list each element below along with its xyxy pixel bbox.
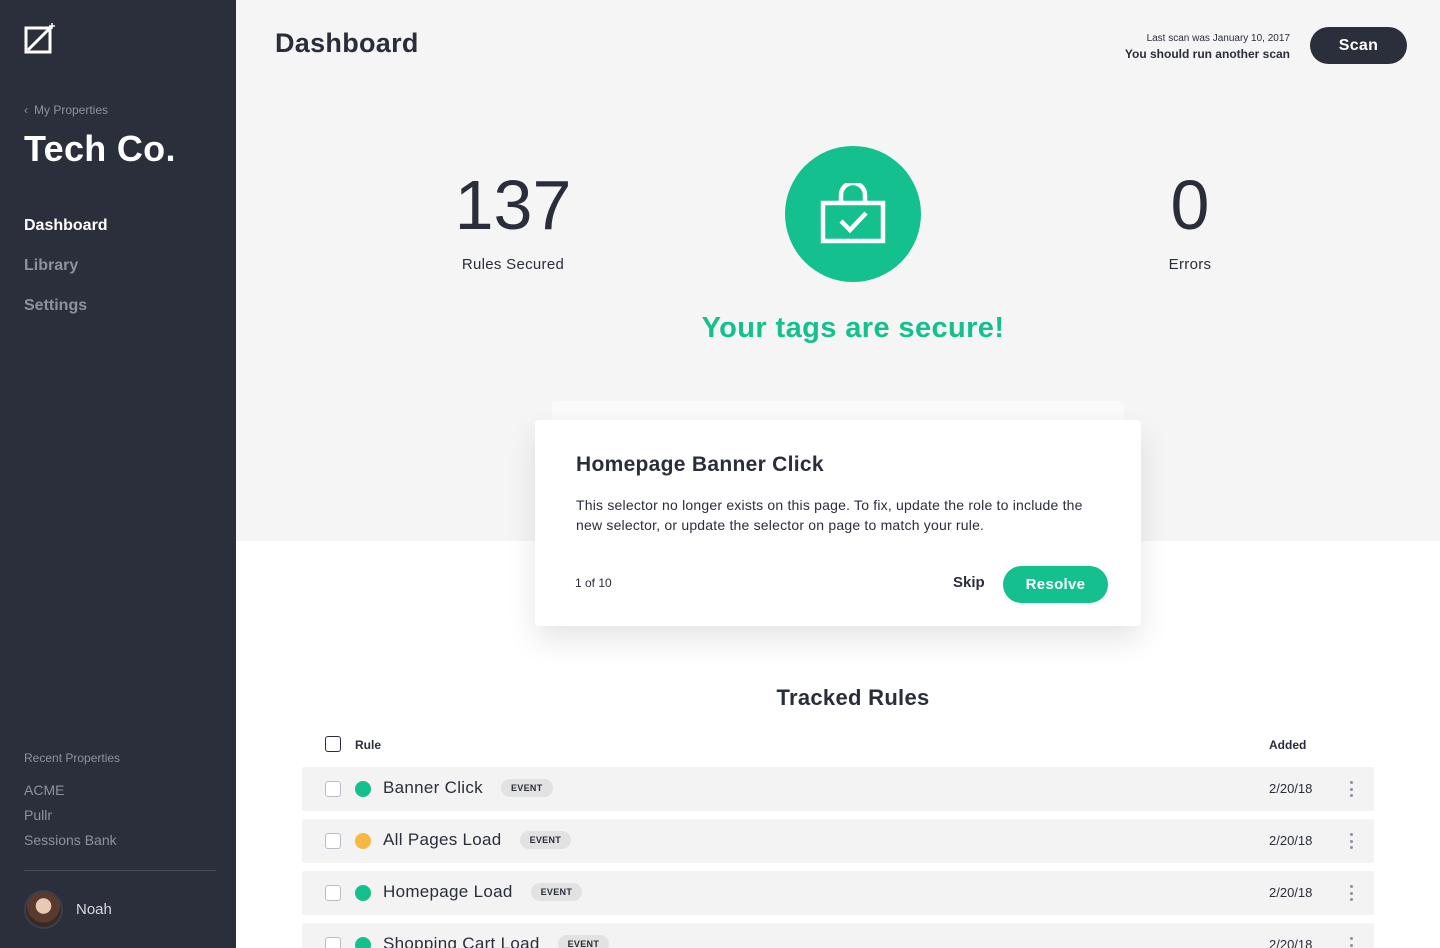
lock-check-icon — [820, 183, 886, 244]
rule-name: All Pages Load EVENT — [383, 830, 572, 850]
user-name: Noah — [76, 901, 112, 918]
user-profile[interactable]: Noah — [24, 890, 112, 929]
issue-card-title: Homepage Banner Click — [576, 453, 824, 476]
more-vertical-icon[interactable] — [1344, 831, 1358, 851]
rules-table: Banner Click EVENT 2/20/18 All Pages Load… — [302, 767, 1374, 948]
rule-name-text: Shopping Cart Load — [383, 934, 540, 948]
avatar — [24, 890, 63, 929]
row-checkbox[interactable] — [325, 885, 341, 901]
status-dot — [355, 885, 371, 901]
table-row[interactable]: Homepage Load EVENT 2/20/18 — [302, 871, 1374, 915]
more-vertical-icon[interactable] — [1344, 935, 1358, 948]
issue-card-counter: 1 of 10 — [575, 576, 612, 590]
scan-button[interactable]: Scan — [1310, 27, 1407, 64]
event-badge: EVENT — [519, 831, 572, 849]
my-properties-label: My Properties — [34, 103, 109, 117]
sidebar-nav: Dashboard Library Settings — [24, 214, 108, 334]
recent-properties-list: ACME Pullr Sessions Bank — [24, 779, 117, 854]
column-header-rule[interactable]: Rule — [355, 738, 381, 752]
table-row[interactable]: Shopping Cart Load EVENT 2/20/18 — [302, 923, 1374, 948]
my-properties-link[interactable]: ‹ My Properties — [24, 103, 108, 117]
row-checkbox[interactable] — [325, 833, 341, 849]
more-vertical-icon[interactable] — [1344, 883, 1358, 903]
nav-item-dashboard[interactable]: Dashboard — [24, 214, 108, 254]
table-header: Rule Added — [302, 735, 1374, 755]
rules-secured-stat: 137 Rules Secured — [448, 170, 578, 273]
rule-added-date: 2/20/18 — [1269, 937, 1313, 948]
event-badge: EVENT — [500, 779, 553, 797]
last-scan-text: Last scan was January 10, 2017 — [1146, 33, 1290, 44]
rule-name: Banner Click EVENT — [383, 778, 553, 798]
rule-name-text: Homepage Load — [383, 882, 513, 901]
row-checkbox[interactable] — [325, 937, 341, 948]
secure-status-badge — [785, 146, 921, 282]
table-row[interactable]: All Pages Load EVENT 2/20/18 — [302, 819, 1374, 863]
chevron-left-icon: ‹ — [24, 103, 28, 117]
status-dot — [355, 833, 371, 849]
rule-added-date: 2/20/18 — [1269, 833, 1313, 848]
errors-label: Errors — [1168, 256, 1212, 273]
table-row[interactable]: Banner Click EVENT 2/20/18 — [302, 767, 1374, 811]
nav-item-settings[interactable]: Settings — [24, 294, 108, 334]
row-checkbox[interactable] — [325, 781, 341, 797]
rule-added-date: 2/20/18 — [1269, 885, 1313, 900]
recent-property-acme[interactable]: ACME — [24, 779, 117, 804]
issue-card: Homepage Banner Click This selector no l… — [535, 420, 1141, 626]
rule-name-text: All Pages Load — [383, 830, 502, 849]
rules-secured-label: Rules Secured — [461, 256, 565, 273]
rule-name: Shopping Cart Load EVENT — [383, 934, 610, 948]
logo-icon[interactable] — [24, 22, 58, 56]
skip-button[interactable]: Skip — [953, 574, 985, 591]
scan-info: Last scan was January 10, 2017 You shoul… — [1125, 33, 1290, 61]
recent-property-sessions-bank[interactable]: Sessions Bank — [24, 829, 117, 854]
nav-item-library[interactable]: Library — [24, 254, 108, 294]
errors-stat: 0 Errors — [1140, 170, 1240, 273]
select-all-checkbox[interactable] — [325, 736, 341, 752]
recent-properties-label: Recent Properties — [24, 751, 121, 765]
status-dot — [355, 937, 371, 948]
rule-added-date: 2/20/18 — [1269, 781, 1313, 796]
rules-secured-value: 137 — [454, 166, 572, 244]
rule-name-text: Banner Click — [383, 778, 483, 797]
errors-value: 0 — [1170, 166, 1210, 244]
sidebar: ‹ My Properties Tech Co. Dashboard Libra… — [0, 0, 236, 948]
event-badge: EVENT — [530, 883, 583, 901]
issue-card-description: This selector no longer exists on this p… — [576, 497, 1083, 533]
scan-hint-text: You should run another scan — [1124, 47, 1290, 61]
sidebar-divider — [24, 870, 216, 871]
column-header-added[interactable]: Added — [1269, 738, 1306, 752]
secure-status-message: Your tags are secure! — [701, 312, 1005, 344]
org-name: Tech Co. — [24, 128, 176, 169]
more-vertical-icon[interactable] — [1344, 779, 1358, 799]
recent-property-pullr[interactable]: Pullr — [24, 804, 117, 829]
status-dot — [355, 781, 371, 797]
rule-name: Homepage Load EVENT — [383, 882, 583, 902]
event-badge: EVENT — [557, 935, 610, 948]
resolve-button[interactable]: Resolve — [1003, 566, 1108, 603]
page-title: Dashboard — [275, 28, 419, 58]
tracked-rules-title: Tracked Rules — [776, 685, 930, 710]
